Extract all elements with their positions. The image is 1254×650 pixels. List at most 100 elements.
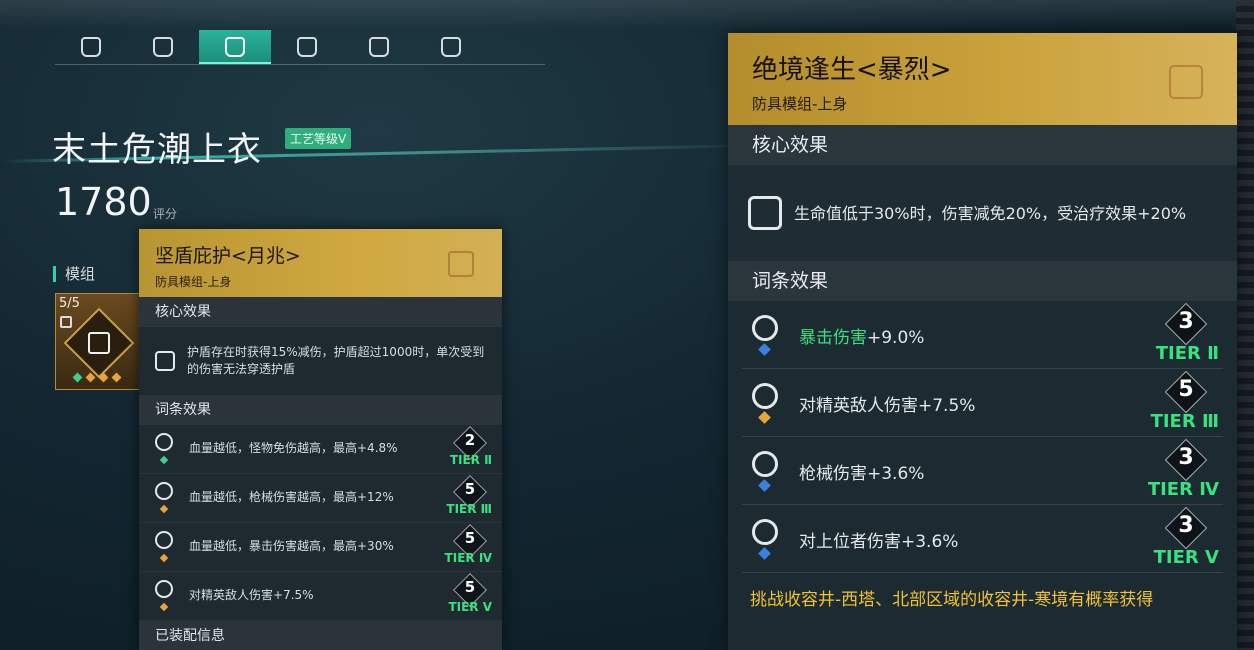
affix-text: 血量越低，怪物免伤越高，最高+4.8%	[189, 441, 398, 455]
tab-gloves[interactable]	[271, 30, 343, 64]
core-effect-text: 护盾存在时获得15%减伤，护盾超过1000时，单次受到的伤害无法穿透护盾	[187, 345, 485, 376]
acquisition-source: 挑战收容井-西塔、北部区域的收容井-寒境有概率获得	[750, 590, 1154, 610]
equipment-tabs	[55, 30, 487, 64]
score-label: 评分	[153, 207, 178, 221]
affix-tier: TIER Ⅳ	[1147, 479, 1219, 500]
affix-level: 2	[464, 431, 476, 449]
berserk-icon	[748, 196, 782, 230]
core-effect: 生命值低于30%时，伤害减免20%，受治疗效果+20%	[728, 165, 1237, 261]
core-effect-text: 生命值低于30%时，伤害减免20%，受治疗效果+20%	[794, 203, 1187, 223]
core-effect-header: 核心效果	[728, 125, 1237, 165]
affix-text: 枪械伤害+3.6%	[799, 464, 925, 484]
equipped-info-header: 已装配信息	[139, 621, 502, 650]
affix-header: 词条效果	[139, 395, 502, 425]
affix-level: 5	[464, 529, 476, 547]
affix-level: 3	[1178, 309, 1194, 334]
emblem-icon	[448, 251, 474, 277]
affix-icon	[155, 482, 173, 500]
mod-count: 5/5	[59, 296, 80, 311]
elite-enemy-icon	[155, 580, 173, 598]
affix-level: 3	[1178, 513, 1194, 538]
tab-divider	[55, 64, 545, 65]
tooltip-mod-type: 防具模组-上身	[155, 275, 232, 289]
dot-icon	[85, 372, 96, 383]
mask-icon	[153, 37, 173, 57]
affix-text: 血量越低，暴击伤害越高，最高+30%	[189, 539, 394, 553]
mod-slot[interactable]: 5/5	[55, 293, 141, 390]
pants-icon	[441, 37, 461, 57]
affix-row: 对精英敌人伤害+7.5% 5 TIER Ⅴ	[139, 572, 502, 621]
affix-row: 暴击伤害+9.0% 3 TIER Ⅱ	[742, 301, 1223, 369]
affix-header: 词条效果	[728, 261, 1237, 301]
craft-level-badge: 工艺等级Ⅴ	[285, 128, 352, 149]
affix-tier: TIER Ⅱ	[1155, 343, 1219, 364]
mod-detail-panel: 绝境逢生<暴烈> 防具模组-上身 核心效果 生命值低于30%时，伤害减免20%，…	[728, 33, 1237, 650]
helmet-icon	[81, 37, 101, 57]
elite-enemy-icon	[752, 383, 778, 409]
affix-text: 对上位者伤害+3.6%	[799, 532, 959, 552]
affix-tier: TIER Ⅲ	[1150, 411, 1219, 432]
superior-enemy-icon	[752, 519, 778, 545]
rarity-dot-icon	[159, 553, 169, 563]
detail-mod-type: 防具模组-上身	[752, 95, 848, 113]
dot-icon	[98, 372, 109, 383]
mod-rarity-dots	[72, 372, 122, 383]
top-glow	[0, 0, 1254, 30]
affix-tier: TIER Ⅱ	[449, 453, 492, 467]
rarity-dot-icon	[758, 343, 771, 356]
lock-icon	[60, 316, 72, 328]
tab-pants[interactable]	[415, 30, 487, 64]
core-effect: 护盾存在时获得15%减伤，护盾超过1000时，单次受到的伤害无法穿透护盾	[139, 327, 502, 395]
tab-helmet[interactable]	[55, 30, 127, 64]
affix-row: 血量越低，暴击伤害越高，最高+30% 5 TIER Ⅳ	[139, 523, 502, 572]
rarity-dot-icon	[758, 411, 771, 424]
detail-mod-name: 绝境逢生<暴烈>	[752, 55, 952, 85]
detail-header: 绝境逢生<暴烈> 防具模组-上身	[728, 33, 1237, 125]
affix-row: 血量越低，怪物免伤越高，最高+4.8% 2 TIER Ⅱ	[139, 425, 502, 474]
mod-section-label: 模组	[53, 266, 95, 282]
affix-tier: TIER Ⅳ	[444, 551, 492, 565]
backpack-icon	[369, 37, 389, 57]
affix-level: 5	[464, 578, 476, 596]
item-title: 末土危潮上衣	[52, 130, 262, 170]
shield-icon	[155, 351, 175, 371]
gun-icon	[752, 451, 778, 477]
shield-mod-icon	[88, 332, 110, 354]
tab-mask[interactable]	[127, 30, 199, 64]
background-figure	[1236, 0, 1254, 650]
emblem-icon	[1169, 65, 1203, 99]
affix-icon	[155, 433, 173, 451]
tooltip-header: 坚盾庇护<月兆> 防具模组-上身	[139, 229, 502, 297]
affix-row: 对精英敌人伤害+7.5% 5 TIER Ⅲ	[742, 369, 1223, 437]
dot-icon	[72, 372, 83, 383]
affix-level: 5	[1178, 377, 1194, 402]
affix-tier: TIER Ⅴ	[1153, 547, 1219, 568]
mod-tooltip: 坚盾庇护<月兆> 防具模组-上身 核心效果 护盾存在时获得15%减伤，护盾超过1…	[139, 229, 502, 650]
affix-value: +9.0%	[867, 328, 925, 348]
affix-text: 血量越低，枪械伤害越高，最高+12%	[189, 490, 394, 504]
affix-row: 枪械伤害+3.6% 3 TIER Ⅳ	[742, 437, 1223, 505]
affix-icon	[155, 531, 173, 549]
core-effect-header: 核心效果	[139, 297, 502, 327]
tab-chest[interactable]	[199, 30, 271, 64]
rarity-dot-icon	[159, 504, 169, 514]
chest-armor-icon	[225, 37, 245, 57]
affix-tier: TIER Ⅲ	[446, 502, 492, 516]
rarity-dot-icon	[758, 547, 771, 560]
affix-highlight: 暴击伤害	[799, 328, 867, 348]
crit-damage-icon	[752, 315, 778, 341]
dot-icon	[111, 372, 122, 383]
tooltip-mod-name: 坚盾庇护<月兆>	[155, 245, 301, 267]
affix-level: 5	[464, 480, 476, 498]
affix-text: 对精英敌人伤害+7.5%	[799, 396, 976, 416]
affix-text: 对精英敌人伤害+7.5%	[189, 588, 314, 602]
affix-level: 3	[1178, 445, 1194, 470]
item-score: 1780	[55, 180, 152, 224]
rarity-dot-icon	[159, 455, 169, 465]
gloves-icon	[297, 37, 317, 57]
affix-tier: TIER Ⅴ	[448, 600, 492, 614]
rarity-dot-icon	[758, 479, 771, 492]
affix-text: 暴击伤害+9.0%	[799, 323, 924, 348]
tab-backpack[interactable]	[343, 30, 415, 64]
affix-row: 血量越低，枪械伤害越高，最高+12% 5 TIER Ⅲ	[139, 474, 502, 523]
